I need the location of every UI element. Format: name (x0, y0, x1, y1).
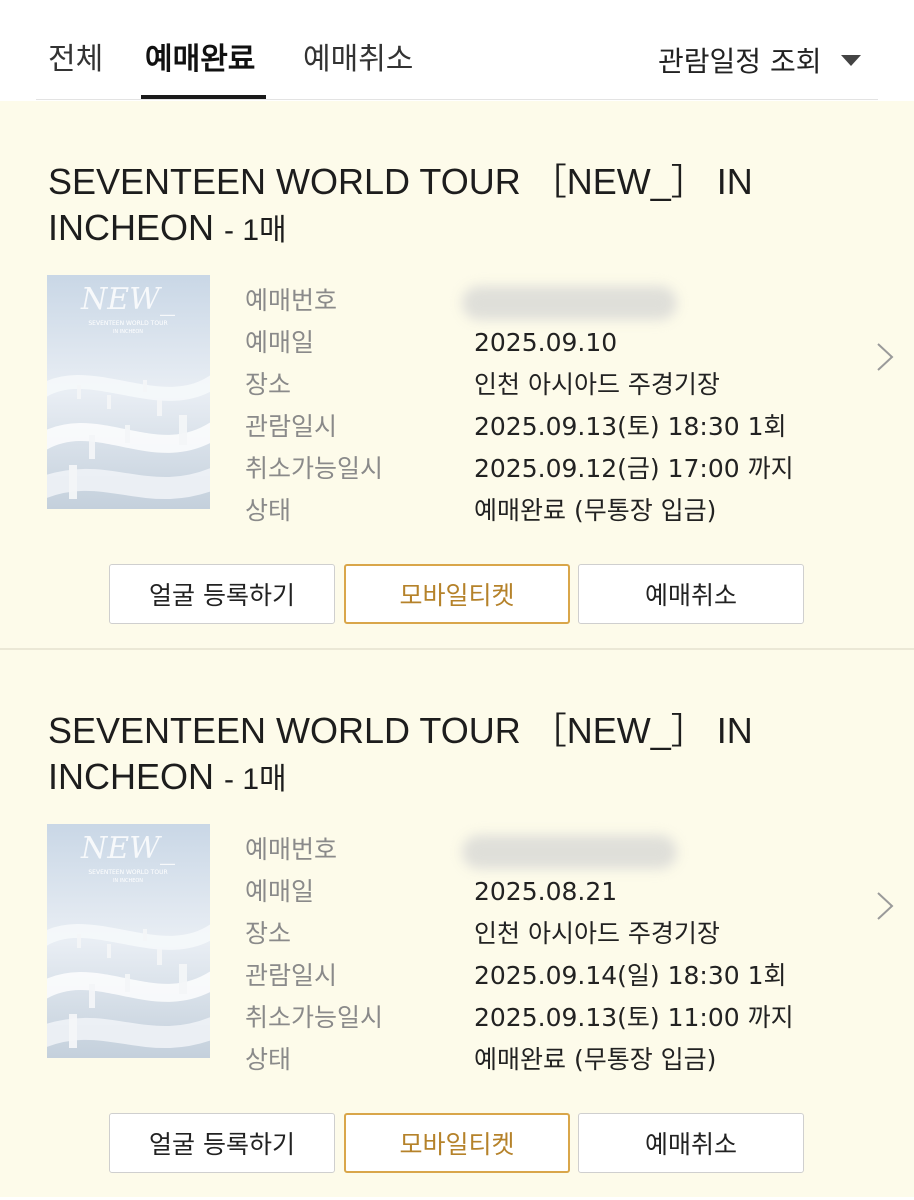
mobile-ticket-button[interactable]: 모바일티켓 (344, 1113, 570, 1173)
status-label: 상태 (245, 496, 292, 525)
booking-number-redacted (462, 835, 677, 869)
status-label: 상태 (245, 1045, 292, 1074)
cancel-deadline-value: 2025.09.12(금) 17:00 까지 (474, 454, 794, 483)
svg-text:IN INCHEON: IN INCHEON (113, 878, 143, 884)
show-time-label: 관람일시 (245, 961, 338, 990)
poster-image: NEW_ SEVENTEEN WORLD TOUR IN INCHEON (47, 824, 210, 1058)
booking-title: SEVENTEEN WORLD TOUR ［NEW_］ IN INCHEON -… (48, 161, 753, 248)
venue-value: 인천 아시아드 주경기장 (474, 919, 720, 948)
show-time-label: 관람일시 (245, 412, 338, 441)
event-poster: NEW_ SEVENTEEN WORLD TOUR IN INCHEON (47, 275, 210, 509)
tab-booked[interactable]: 예매완료 (145, 38, 255, 82)
venue-label: 장소 (245, 370, 292, 399)
booking-date-value: 2025.09.10 (474, 328, 618, 357)
face-register-button[interactable]: 얼굴 등록하기 (109, 564, 335, 624)
cancel-booking-button[interactable]: 예매취소 (578, 564, 804, 624)
booking-card[interactable]: SEVENTEEN WORLD TOUR ［NEW_］ IN INCHEON -… (0, 101, 914, 648)
cancel-deadline-value: 2025.09.13(토) 11:00 까지 (474, 1003, 794, 1032)
schedule-filter-dropdown[interactable]: 관람일정 조회 (658, 38, 862, 82)
venue-label: 장소 (245, 919, 292, 948)
event-poster: NEW_ SEVENTEEN WORLD TOUR IN INCHEON (47, 824, 210, 1058)
poster-image: NEW_ SEVENTEEN WORLD TOUR IN INCHEON (47, 275, 210, 509)
chevron-right-icon[interactable] (873, 342, 897, 372)
ticket-quantity: - 1매 (224, 214, 287, 247)
tab-cancelled[interactable]: 예매취소 (303, 38, 413, 82)
booking-title: SEVENTEEN WORLD TOUR ［NEW_］ IN INCHEON -… (48, 710, 753, 797)
tab-bar-divider (36, 99, 878, 100)
tab-bar: 전체 예매완료 예매취소 관람일정 조회 (0, 0, 914, 101)
booking-number-label: 예매번호 (245, 286, 338, 315)
svg-text:NEW_: NEW_ (80, 831, 175, 866)
cancel-deadline-label: 취소가능일시 (245, 454, 384, 483)
booking-date-label: 예매일 (245, 877, 315, 906)
booking-number-label: 예매번호 (245, 835, 338, 864)
mobile-ticket-button[interactable]: 모바일티켓 (344, 564, 570, 624)
svg-text:SEVENTEEN WORLD TOUR: SEVENTEEN WORLD TOUR (88, 869, 167, 876)
svg-text:SEVENTEEN WORLD TOUR: SEVENTEEN WORLD TOUR (88, 320, 167, 327)
face-register-button[interactable]: 얼굴 등록하기 (109, 1113, 335, 1173)
booking-date-label: 예매일 (245, 328, 315, 357)
cancel-deadline-label: 취소가능일시 (245, 1003, 384, 1032)
schedule-filter-label: 관람일정 조회 (658, 45, 822, 78)
svg-text:NEW_: NEW_ (80, 282, 175, 317)
booking-date-value: 2025.08.21 (474, 877, 618, 906)
booking-number-redacted (462, 286, 677, 320)
status-value: 예매완료 (무통장 입금) (474, 496, 717, 525)
cancel-booking-button[interactable]: 예매취소 (578, 1113, 804, 1173)
status-value: 예매완료 (무통장 입금) (474, 1045, 717, 1074)
show-time-value: 2025.09.13(토) 18:30 1회 (474, 412, 787, 441)
ticket-quantity: - 1매 (224, 763, 287, 796)
booking-card[interactable]: SEVENTEEN WORLD TOUR ［NEW_］ IN INCHEON -… (0, 650, 914, 1197)
svg-text:IN INCHEON: IN INCHEON (113, 329, 143, 335)
venue-value: 인천 아시아드 주경기장 (474, 370, 720, 399)
tab-all[interactable]: 전체 (48, 38, 103, 82)
chevron-right-icon[interactable] (873, 891, 897, 921)
caret-down-icon (841, 54, 862, 66)
show-time-value: 2025.09.14(일) 18:30 1회 (474, 961, 787, 990)
